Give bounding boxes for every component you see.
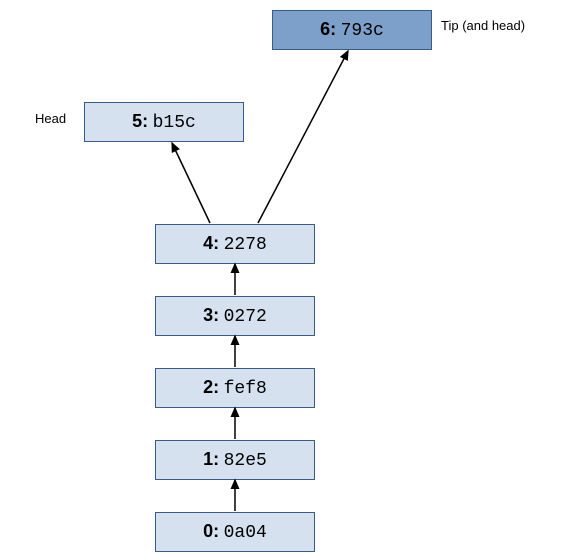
commit-node-1: 1: 82e5 (155, 440, 315, 480)
commit-index: 2: (203, 377, 219, 397)
commit-hash: b15c (153, 113, 196, 133)
commit-hash: 793c (341, 21, 384, 41)
commit-node-5: 5: b15c (84, 102, 244, 142)
commit-hash: 2278 (224, 235, 267, 255)
commit-hash: 0a04 (224, 523, 267, 543)
commit-index: 4: (203, 233, 219, 253)
commit-node-0: 0: 0a04 (155, 512, 315, 552)
commit-node-3: 3: 0272 (155, 296, 315, 336)
commit-hash: fef8 (224, 379, 267, 399)
commit-index: 3: (203, 305, 219, 325)
commit-index: 5: (132, 111, 148, 131)
commit-node-4: 4: 2278 (155, 224, 315, 264)
commit-hash: 82e5 (224, 451, 267, 471)
commit-node-6: 6: 793c (272, 10, 432, 50)
tip-label: Tip (and head) (441, 18, 525, 33)
commit-index: 6: (320, 19, 336, 39)
commit-index: 0: (203, 521, 219, 541)
head-label: Head (35, 111, 66, 126)
commit-node-2: 2: fef8 (155, 368, 315, 408)
commit-hash: 0272 (224, 307, 267, 327)
commit-index: 1: (203, 449, 219, 469)
